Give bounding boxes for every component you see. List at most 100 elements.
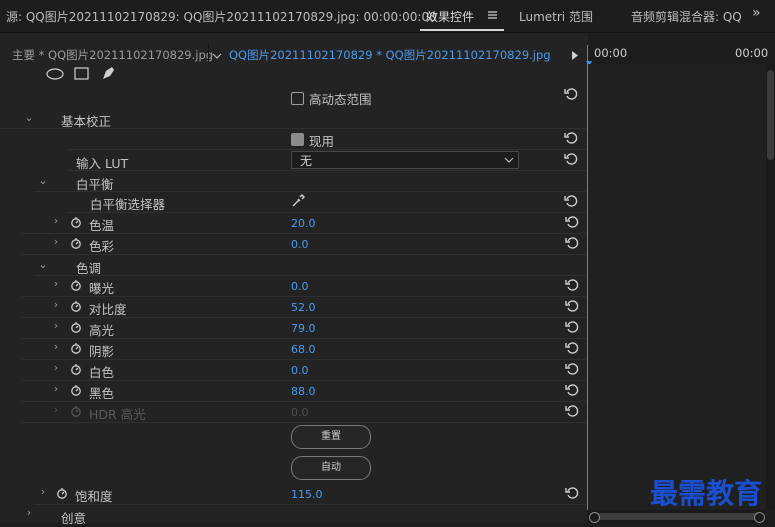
enabled-label: 现用 <box>309 134 335 149</box>
reset-icon[interactable] <box>563 130 579 146</box>
param-value[interactable]: 0.0 <box>291 280 309 293</box>
stopwatch-icon[interactable] <box>70 300 82 312</box>
param-label: 黑色 <box>89 386 115 401</box>
scrollbar-thumb[interactable] <box>767 70 774 160</box>
creative-section[interactable]: › 创意 <box>0 505 586 526</box>
zoom-scrollbar-thumb[interactable] <box>594 513 760 520</box>
chevron-right-icon[interactable]: › <box>37 485 49 499</box>
pen-mask-icon[interactable] <box>101 66 116 81</box>
playhead-line <box>587 45 588 510</box>
master-clip-label[interactable]: 主要 * QQ图片20211102170829.jpg <box>12 47 213 63</box>
stopwatch-icon[interactable] <box>70 216 82 228</box>
zoom-handle-left[interactable] <box>589 512 600 523</box>
section-title: 基本校正 <box>61 114 112 129</box>
white-balance-section[interactable]: ⌄ 白平衡 <box>34 171 586 192</box>
param-row-contrast: › 对比度 52.0 <box>22 297 586 318</box>
section-title: 白平衡 <box>76 177 114 192</box>
chevron-right-icon[interactable]: › <box>50 361 62 375</box>
reset-icon[interactable] <box>564 403 580 419</box>
chevron-right-icon[interactable]: › <box>50 214 62 228</box>
param-label: 白色 <box>89 365 115 380</box>
hdr-range-checkbox[interactable] <box>291 92 304 105</box>
reset-icon[interactable] <box>563 193 579 209</box>
overflow-tabs-icon[interactable]: » <box>752 5 761 21</box>
reset-icon[interactable] <box>564 298 580 314</box>
stopwatch-icon[interactable] <box>56 487 68 499</box>
section-title: 色调 <box>76 261 102 276</box>
stopwatch-icon[interactable] <box>70 363 82 375</box>
reset-button[interactable]: 重置 <box>291 425 371 449</box>
param-value[interactable]: 0.0 <box>291 364 309 377</box>
param-value[interactable]: 68.0 <box>291 343 316 356</box>
stopwatch-icon[interactable] <box>70 342 82 354</box>
input-lut-dropdown[interactable]: 无 <box>291 151 519 169</box>
param-value[interactable]: 0.0 <box>291 238 309 251</box>
param-label: 对比度 <box>89 302 127 317</box>
reset-icon[interactable] <box>564 319 580 335</box>
hdr-range-label: 高动态范围 <box>309 92 372 107</box>
param-value[interactable]: 79.0 <box>291 322 316 335</box>
param-row-exposure: › 曝光 0.0 <box>22 276 586 297</box>
stopwatch-icon[interactable] <box>70 384 82 396</box>
param-row-whites: › 白色 0.0 <box>22 360 586 381</box>
param-value[interactable]: 88.0 <box>291 385 316 398</box>
chevron-right-icon[interactable]: › <box>50 298 62 312</box>
chevron-right-icon[interactable]: › <box>23 506 35 520</box>
reset-icon[interactable] <box>564 382 580 398</box>
effect-controls-panel: 高动态范围 ⌄ 基本校正 现用 输入 LUT 无 ⌄ 白平衡 白平衡选择器 › … <box>0 64 587 526</box>
chevron-right-icon[interactable]: › <box>50 277 62 291</box>
dropdown-value: 无 <box>300 154 313 168</box>
stopwatch-icon[interactable] <box>70 321 82 333</box>
param-label: 饱和度 <box>75 489 113 504</box>
panel-menu-icon[interactable] <box>487 9 498 19</box>
play-triangle-icon[interactable] <box>571 49 579 60</box>
rectangle-mask-icon[interactable] <box>74 67 89 80</box>
param-value[interactable]: 52.0 <box>291 301 316 314</box>
basic-correction-section[interactable]: ⌄ 基本校正 <box>0 108 586 129</box>
reset-icon[interactable] <box>563 86 579 102</box>
reset-icon[interactable] <box>564 235 580 251</box>
reset-icon[interactable] <box>564 214 580 230</box>
chevron-right-icon[interactable]: › <box>50 382 62 396</box>
param-value[interactable]: 115.0 <box>291 488 323 501</box>
zoom-handle-right[interactable] <box>754 512 765 523</box>
reset-icon[interactable] <box>564 485 580 501</box>
wb-picker-label: 白平衡选择器 <box>90 197 166 212</box>
reset-icon[interactable] <box>564 361 580 377</box>
chevron-down-icon[interactable]: ⌄ <box>23 111 35 125</box>
chevron-right-icon[interactable]: › <box>50 340 62 354</box>
reset-icon[interactable] <box>563 151 579 167</box>
chevron-right-icon[interactable]: › <box>50 235 62 249</box>
auto-button[interactable]: 自动 <box>291 456 371 480</box>
param-label: 阴影 <box>89 344 115 359</box>
reset-icon[interactable] <box>564 340 580 356</box>
tab-audio-clip-mixer[interactable]: 音频剪辑混合器: QQ <box>631 8 742 25</box>
stopwatch-icon[interactable] <box>70 237 82 249</box>
param-row-tint: › 色彩 0.0 <box>22 234 586 255</box>
sequence-clip-label[interactable]: QQ图片20211102170829 * QQ图片20211102170829.… <box>229 47 551 63</box>
eyedropper-icon[interactable] <box>291 194 305 208</box>
reset-icon[interactable] <box>564 277 580 293</box>
watermark-logo: 最需教育 <box>650 477 763 510</box>
active-tab-indicator <box>420 29 504 31</box>
param-value[interactable]: 20.0 <box>291 217 316 230</box>
param-row-hdr-specular: › HDR 高光 0.0 <box>22 402 586 423</box>
chevron-right-icon: › <box>53 403 59 416</box>
param-label: 高光 <box>89 323 115 338</box>
param-label: HDR 高光 <box>89 407 146 422</box>
enabled-checkbox[interactable] <box>291 133 304 146</box>
chevron-down-icon[interactable]: ⌄ <box>37 174 49 188</box>
ellipse-mask-icon[interactable] <box>46 68 64 80</box>
keyframe-timeline[interactable] <box>588 64 766 510</box>
tab-effect-controls[interactable]: 效果控件 <box>426 8 474 25</box>
param-row-temperature: › 色温 20.0 <box>22 213 586 234</box>
stopwatch-icon[interactable] <box>70 279 82 291</box>
tone-section[interactable]: ⌄ 色调 <box>34 255 586 276</box>
chevron-down-icon[interactable]: ⌄ <box>37 258 49 272</box>
param-label: 曝光 <box>89 281 115 296</box>
tab-lumetri-scopes[interactable]: Lumetri 范围 <box>519 8 593 25</box>
chevron-right-icon[interactable]: › <box>50 319 62 333</box>
chevron-down-icon[interactable] <box>212 49 222 59</box>
tab-source[interactable]: 源: QQ图片20211102170829: QQ图片2021110217082… <box>6 8 437 25</box>
enabled-row: 现用 <box>68 129 586 150</box>
